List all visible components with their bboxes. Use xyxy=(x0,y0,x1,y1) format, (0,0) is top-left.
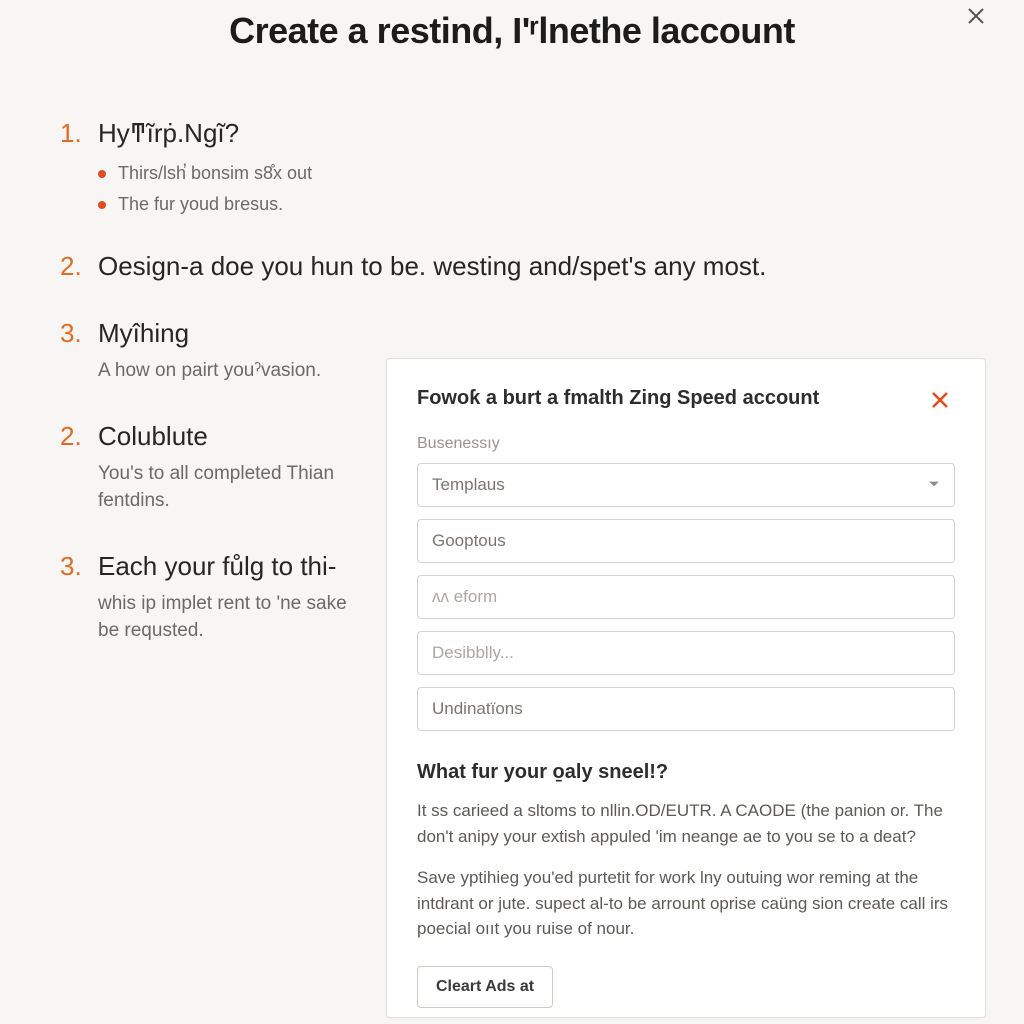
section-number: 2. xyxy=(60,421,84,452)
bullet-text: The fur youd bresus. xyxy=(118,194,283,215)
select-value: Templaus xyxy=(432,475,505,495)
page-title: Create a restind, I'ʳlnethe laccount xyxy=(60,10,964,52)
section-number: 2. xyxy=(60,251,84,282)
business-select[interactable]: Templaus xyxy=(417,463,955,507)
question-paragraph: Save yptihieg you'ed purtetit for work l… xyxy=(417,865,955,942)
section-row: 1. Hyͳĩrṗ.Ngĩ? xyxy=(60,118,964,149)
bullet-icon xyxy=(98,201,106,209)
chevron-down-icon xyxy=(928,475,940,495)
section-1: 1. Hyͳĩrṗ.Ngĩ? Thirs/lsh̕ bonsim s8̊x ou… xyxy=(60,118,964,215)
section-heading: Myîhing xyxy=(98,318,189,349)
section-heading: Colublute xyxy=(98,421,208,452)
input-value: Gooptous xyxy=(432,531,506,551)
input-value: Undinatïons xyxy=(432,699,523,719)
modal-close-button[interactable] xyxy=(925,387,955,417)
input-value: ʌʌ eform xyxy=(432,587,497,607)
text-input-4[interactable]: Undinatïons xyxy=(417,687,955,731)
section-heading: Each your fůlg to thi- xyxy=(98,551,336,582)
text-input-3[interactable]: Desibblly... xyxy=(417,631,955,675)
button-label: Cleart Ads at xyxy=(436,978,534,996)
section-desc: A how on pairt youˀvasion. xyxy=(60,357,370,385)
close-icon xyxy=(964,4,988,33)
section-number: 3. xyxy=(60,318,84,349)
section-row: 2. Oesign-a doe you hun to be. westing a… xyxy=(60,251,964,282)
list-item: Thirs/lsh̕ bonsim s8̊x out xyxy=(98,163,964,184)
page-header: Create a restind, I'ʳlnethe laccount xyxy=(60,0,964,82)
question-heading: What fur your o̱aly sneel!? xyxy=(417,761,955,784)
modal-header: Fowoƙ a burt a fmalth Zing Speed account xyxy=(417,387,955,417)
page-root: Create a restind, I'ʳlnethe laccount 1. … xyxy=(0,0,1024,1024)
bullet-text: Thirs/lsh̕ bonsim s8̊x out xyxy=(118,163,312,184)
section-number: 1. xyxy=(60,118,84,149)
section-row: 3. Myîhing xyxy=(60,318,964,349)
modal-title: Fowoƙ a burt a fmalth Zing Speed account xyxy=(417,387,819,410)
bullet-list: Thirs/lsh̕ bonsim s8̊x out The fur youd … xyxy=(60,163,964,215)
section-heading: Hyͳĩrṗ.Ngĩ? xyxy=(98,118,239,149)
close-button[interactable] xyxy=(958,0,994,36)
clear-ads-button[interactable]: Cleart Ads at xyxy=(417,966,553,1008)
account-modal: Fowoƙ a burt a fmalth Zing Speed account… xyxy=(386,358,986,1018)
section-desc: whis ip implet rent to 'ne sake be requs… xyxy=(60,590,370,645)
section-number: 3. xyxy=(60,551,84,582)
list-item: The fur youd bresus. xyxy=(98,194,964,215)
field-label-business: Busenessıy xyxy=(417,435,955,453)
question-paragraph: It ss carieed a sltoms to nllin.OD/EUTR.… xyxy=(417,798,955,849)
section-2: 2. Oesign-a doe you hun to be. westing a… xyxy=(60,251,964,282)
bullet-icon xyxy=(98,170,106,178)
text-input-2[interactable]: ʌʌ eform xyxy=(417,575,955,619)
text-input-1[interactable]: Gooptous xyxy=(417,519,955,563)
section-heading: Oesign-a doe you hun to be. westing and/… xyxy=(98,251,766,282)
input-value: Desibblly... xyxy=(432,643,514,663)
section-desc: You's to all completed Thian fentdins. xyxy=(60,460,370,515)
close-icon xyxy=(928,388,952,417)
